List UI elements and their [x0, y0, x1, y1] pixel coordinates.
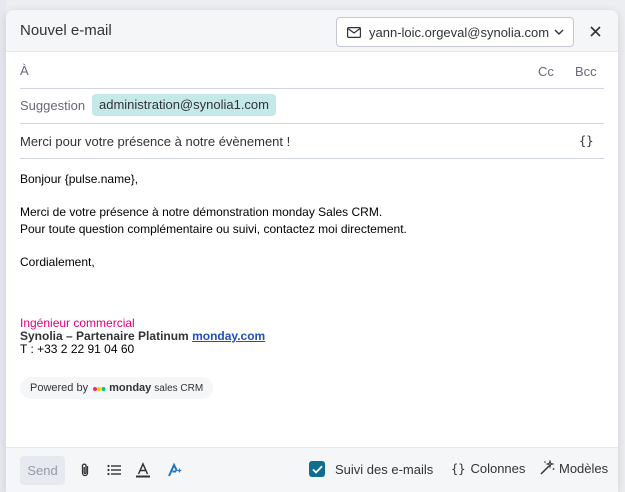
subject-input[interactable]: Merci pour votre présence à notre évènem…	[20, 134, 290, 149]
chevron-down-icon	[554, 29, 564, 35]
powered-by-prefix: Powered by	[30, 382, 89, 394]
templates-label: Modèles	[559, 460, 609, 476]
ai-assistant-button[interactable]	[166, 461, 184, 479]
suggestion-label: Suggestion	[20, 98, 86, 113]
mail-icon	[347, 26, 361, 38]
check-icon	[311, 465, 323, 474]
subject-row: Merci pour votre présence à notre évènem…	[20, 124, 604, 159]
tracking-checkbox[interactable]	[309, 461, 325, 477]
close-icon	[589, 25, 601, 37]
body-line: Merci de votre présence à notre démonstr…	[20, 205, 383, 219]
cc-button[interactable]: Cc	[538, 64, 554, 79]
email-tracking-toggle[interactable]: Suivi des e-mails	[309, 461, 433, 477]
powered-by-product: sales CRM	[154, 382, 204, 394]
paperclip-icon	[81, 463, 89, 477]
tracking-label: Suivi des e-mails	[335, 461, 434, 477]
suggested-recipient-chip[interactable]: administration@synolia1.com	[92, 94, 276, 116]
email-body-editor[interactable]: Bonjour {pulse.name}, Merci de votre pré…	[20, 171, 604, 271]
text-color-icon	[136, 462, 150, 478]
signature-link[interactable]: monday.com	[192, 329, 265, 343]
magic-wand-icon	[540, 460, 555, 475]
from-address-value: yann-loic.orgeval@synolia.com	[369, 24, 550, 40]
to-label: À	[20, 63, 29, 78]
text-color-button[interactable]	[134, 461, 152, 479]
to-field-row[interactable]: À Cc Bcc	[20, 53, 604, 89]
bullet-list-button[interactable]	[105, 461, 123, 479]
email-signature: Ingénieur commercial Synolia – Partenair…	[20, 317, 265, 356]
list-icon	[107, 464, 121, 476]
close-button[interactable]	[586, 22, 604, 40]
dialog-header: Nouvel e-mail yann-loic.orgeval@synolia.…	[6, 10, 618, 52]
body-line: Pour toute question complémentaire ou su…	[20, 222, 407, 236]
templates-button[interactable]: Modèles	[539, 460, 608, 476]
attach-button[interactable]	[76, 461, 94, 479]
dialog-title: Nouvel e-mail	[20, 22, 112, 39]
columns-label: Colonnes	[470, 461, 526, 476]
body-greeting: Bonjour {pulse.name},	[20, 172, 139, 186]
monday-logo-icon	[93, 387, 106, 391]
columns-icon: {}	[451, 461, 466, 476]
body-closing: Cordialement,	[20, 255, 95, 269]
signature-company-name: Synolia – Partenaire Platinum	[20, 329, 189, 343]
columns-button[interactable]: {} Colonnes	[451, 461, 525, 476]
signature-phone: T : +33 2 22 91 04 60	[20, 342, 135, 356]
insert-variable-icon[interactable]: {}	[579, 134, 593, 148]
bcc-button[interactable]: Bcc	[575, 64, 597, 79]
from-address-select[interactable]: yann-loic.orgeval@synolia.com	[336, 17, 574, 47]
ai-assistant-icon	[168, 462, 182, 477]
new-email-dialog: Nouvel e-mail yann-loic.orgeval@synolia.…	[6, 10, 618, 492]
powered-by-badge: Powered by monday sales CRM	[20, 377, 214, 399]
composer-toolbar: Send Suivi des e-mails {} Colonnes Modèl…	[6, 447, 618, 492]
powered-by-brand: monday	[109, 382, 152, 394]
suggestion-row: Suggestion administration@synolia1.com	[20, 89, 604, 124]
send-button[interactable]: Send	[20, 456, 65, 485]
